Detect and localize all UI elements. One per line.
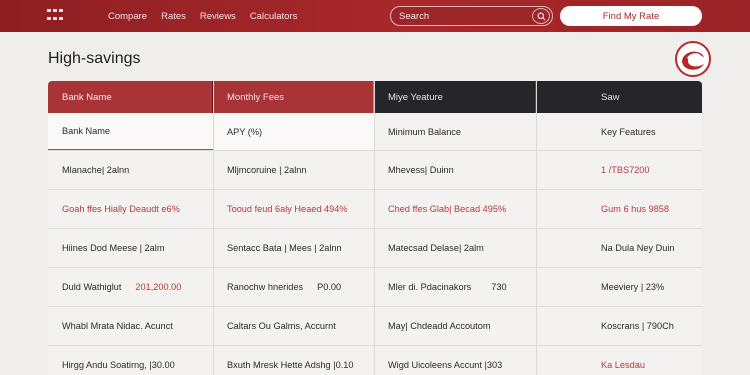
subheader-key-features: Key Features	[601, 126, 656, 137]
column-header-miye-yeature[interactable]: Miye Yeature	[374, 81, 536, 113]
table-cell: Wigd Uicoleens Accunt |303	[388, 360, 503, 370]
nav-links: Compare Rates Reviews Calculators	[108, 0, 311, 32]
table-cell: Whabl Mrata Nidac. Acunct	[62, 321, 173, 331]
search-box	[390, 6, 553, 26]
subheader-apy: APY (%)	[213, 113, 374, 150]
search-icon[interactable]	[532, 8, 550, 24]
nav-link-reviews[interactable]: Reviews	[200, 11, 236, 22]
table-row[interactable]: Hiines Dod Meese | 2alm Sentacc Bata | M…	[48, 229, 702, 268]
column-header-saw[interactable]: Saw	[536, 81, 702, 113]
table-cell: Duld Wathiglut 201,200.00	[48, 268, 213, 306]
table-cell-amount: P0.00	[317, 282, 342, 292]
table-subheader-row: Bank Name APY (%) Minimum Balance Key Fe…	[48, 113, 702, 151]
table-cell: Caltars Ou Galms, Accurnt	[227, 321, 336, 331]
table-header-row: Bank Name Monthly Fees Miye Yeature Saw	[48, 81, 702, 113]
table-cell-text: Ranochw hnerides	[227, 282, 304, 292]
table-row[interactable]: Hirgg Andu Soatirng, |30.00 Bxuth Mresk …	[48, 346, 702, 375]
table-cell-text: Mler di. Pdacinakors	[388, 282, 472, 292]
table-cell: Na Dula Ney Duin	[601, 243, 675, 253]
table-cell: Meeviery | 23%	[601, 282, 665, 292]
table-cell: Hirgg Andu Soatirng, |30.00	[62, 360, 175, 370]
table-cell: Bxuth Mresk Hette Adshg |0.10	[227, 360, 354, 370]
red-swirl-logo-icon	[674, 40, 712, 78]
table-cell: Mhevess| Duinn	[388, 165, 454, 175]
table-row[interactable]: Mlanache| 2alnn Mljmcoruine | 2alnn Mhev…	[48, 151, 702, 190]
table-cell: May| Chdeadd Accoutom	[388, 321, 491, 331]
table-cell: Ched ffes Glab| Becad 495%	[388, 204, 507, 214]
table-cell: Ranochw hnerides P0.00	[213, 268, 374, 306]
search-input[interactable]	[399, 10, 519, 22]
page-title: High-savings	[48, 50, 141, 67]
top-navigation-bar: Compare Rates Reviews Calculators Find M…	[0, 0, 750, 32]
table-cell: Hiines Dod Meese | 2alm	[62, 243, 165, 253]
column-divider	[536, 81, 537, 375]
table-row[interactable]: Duld Wathiglut 201,200.00 Ranochw hnerid…	[48, 268, 702, 307]
table-cell: Mljmcoruine | 2alnn	[227, 165, 307, 175]
column-header-monthly-fees[interactable]: Monthly Fees	[213, 81, 374, 113]
grid-logo-icon[interactable]	[47, 9, 63, 22]
table-cell: Tooud feud 6aly Heaed 494%	[227, 204, 348, 214]
nav-link-calculators[interactable]: Calculators	[250, 11, 298, 22]
table-cell: 1 /TBS7200	[601, 165, 650, 175]
nav-link-rates[interactable]: Rates	[161, 11, 186, 22]
table-cell: Sentacc Bata | Mees | 2alnn	[227, 243, 342, 253]
table-cell: Mlanache| 2alnn	[62, 165, 130, 175]
savings-comparison-table: Bank Name Monthly Fees Miye Yeature Saw …	[48, 81, 702, 375]
table-cell: Goah ffes Hially Deaudt e6%	[62, 204, 180, 214]
column-divider	[213, 81, 214, 375]
subheader-minimum-balance: Minimum Balance	[388, 126, 462, 137]
nav-link-compare[interactable]: Compare	[108, 11, 147, 22]
find-my-rate-button[interactable]: Find My Rate	[560, 6, 702, 26]
table-cell-amount: 201,200.00	[135, 282, 182, 292]
table-cell: Koscrans | 790Ch	[601, 321, 674, 331]
subheader-bank-name: Bank Name	[48, 113, 213, 150]
table-cell: Mler di. Pdacinakors 730	[374, 268, 536, 306]
table-cell-text: Duld Wathiglut	[62, 282, 122, 292]
table-row[interactable]: Goah ffes Hially Deaudt e6% Tooud feud 6…	[48, 190, 702, 229]
table-cell: Matecsad Delase| 2alm	[388, 243, 484, 253]
table-cell: Gum 6 hus 9858	[601, 204, 669, 214]
column-header-bank-name[interactable]: Bank Name	[48, 81, 213, 113]
table-cell-amount: 730	[491, 282, 507, 292]
table-cell: Ka Lesdau	[601, 360, 645, 370]
column-divider	[374, 81, 375, 375]
table-row[interactable]: Whabl Mrata Nidac. Acunct Caltars Ou Gal…	[48, 307, 702, 346]
